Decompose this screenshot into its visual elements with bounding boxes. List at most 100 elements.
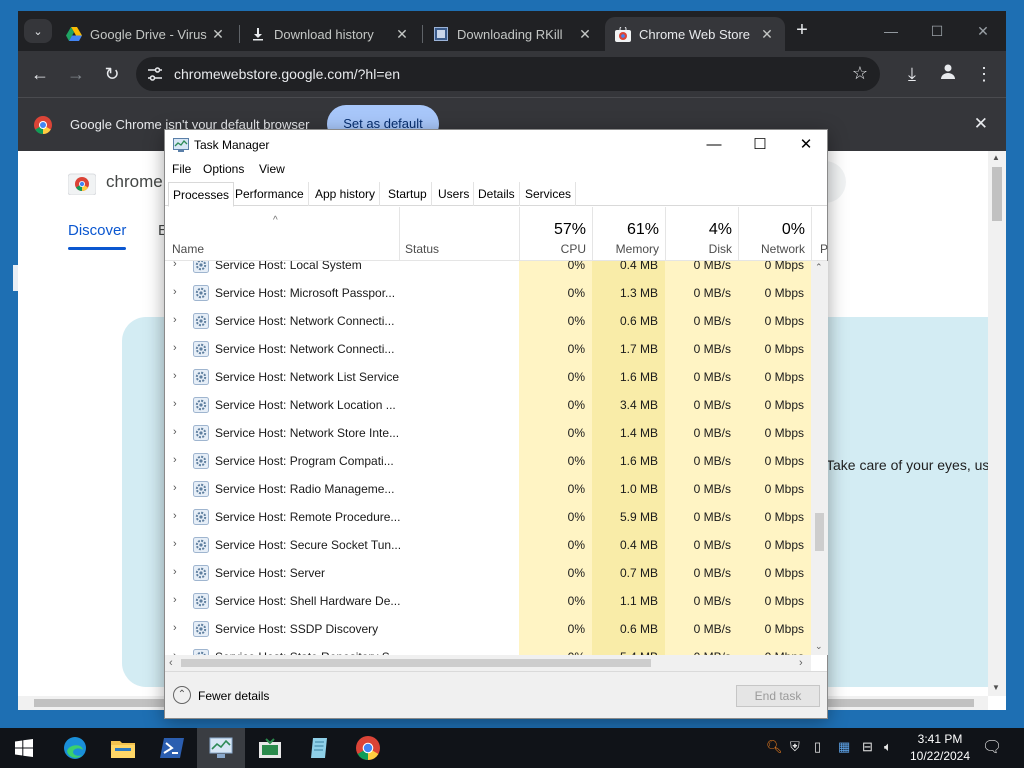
sort-up-icon[interactable]: ^ <box>273 215 278 226</box>
cpu-total[interactable]: 57% <box>521 221 586 239</box>
notification-icon[interactable]: 🗨︎ <box>982 737 1002 757</box>
column-divider[interactable] <box>811 207 812 261</box>
system-clock[interactable]: 3:41 PM 10/22/2024 <box>906 731 974 765</box>
process-row[interactable]: › Service Host: Server 0% 0.7 MB 0 MB/s 0 Mbp… <box>165 559 811 587</box>
expand-chevron-icon[interactable]: › <box>173 261 177 270</box>
col-status[interactable]: Status <box>405 242 439 256</box>
column-divider[interactable] <box>399 207 400 261</box>
process-horizontal-scrollbar[interactable]: ‹ › <box>165 655 811 671</box>
tab-close-icon[interactable]: ✕ <box>394 26 410 43</box>
address-bar[interactable]: chromewebstore.google.com/?hl=en ☆ <box>136 57 880 91</box>
tab-search-button[interactable]: ⌄ <box>24 19 52 43</box>
expand-chevron-icon[interactable]: › <box>173 370 177 382</box>
minimize-icon[interactable]: — <box>868 17 914 45</box>
process-row[interactable]: › Service Host: Network Store Inte... 0% 1.… <box>165 419 811 447</box>
task-manager-titlebar[interactable]: Task Manager — ☐ ✕ <box>165 130 827 160</box>
forward-icon[interactable]: → <box>64 62 88 86</box>
close-window-icon[interactable]: ✕ <box>960 17 1006 45</box>
process-row[interactable]: › Service Host: Secure Socket Tun... 0% 0.4… <box>165 531 811 559</box>
usb-device-icon[interactable]: ▯ <box>814 739 821 755</box>
scroll-right-icon[interactable]: › <box>799 657 803 669</box>
column-divider[interactable] <box>592 207 593 261</box>
start-icon[interactable] <box>0 728 48 768</box>
process-row[interactable]: › Service Host: Network Connecti... 0% 1.7 … <box>165 335 811 363</box>
col-cpu[interactable]: CPU <box>521 242 586 256</box>
tab-downloading-rkill[interactable]: Downloading RKill ✕ <box>423 17 603 51</box>
new-tab-button[interactable]: + <box>790 19 814 43</box>
chrome-icon[interactable] <box>344 728 392 768</box>
expand-chevron-icon[interactable]: › <box>173 566 177 578</box>
scroll-up-icon[interactable]: ▲ <box>992 153 1000 162</box>
process-row[interactable]: › Service Host: Network List Service 0% 1.6… <box>165 363 811 391</box>
process-row[interactable]: › Service Host: Network Connecti... 0% 0.6 … <box>165 307 811 335</box>
scroll-down-icon[interactable]: ▼ <box>992 683 1000 692</box>
column-divider[interactable] <box>519 207 520 261</box>
scroll-thumb[interactable] <box>181 659 651 667</box>
memory-total[interactable]: 61% <box>594 221 659 239</box>
scroll-down-icon[interactable]: ⌄ <box>815 641 823 652</box>
tab-services[interactable]: Services <box>521 182 577 206</box>
column-divider[interactable] <box>738 207 739 261</box>
app-icon[interactable] <box>246 728 294 768</box>
process-row[interactable]: ›Service Host: State Repository S...0%5.… <box>165 643 811 655</box>
file-explorer-icon[interactable] <box>99 728 147 768</box>
fewer-details-link[interactable]: Fewer details <box>198 689 269 703</box>
scroll-thumb[interactable] <box>815 513 824 551</box>
tab-startup[interactable]: Startup <box>384 182 432 206</box>
tab-chrome-web-store[interactable]: Chrome Web Store ✕ <box>605 17 785 51</box>
expand-chevron-icon[interactable]: › <box>173 286 177 298</box>
maximize-icon[interactable]: ☐ <box>737 130 783 160</box>
profile-icon[interactable] <box>936 62 960 86</box>
search-tool-icon[interactable]: 🔍︎ <box>766 739 783 755</box>
col-network[interactable]: Network <box>740 242 805 256</box>
process-row[interactable]: › Service Host: Network Location ... 0% 3.4… <box>165 391 811 419</box>
expand-chevron-icon[interactable]: › <box>173 482 177 494</box>
end-task-button[interactable]: End task <box>736 685 820 707</box>
scroll-up-icon[interactable]: ⌃ <box>815 262 823 273</box>
tab-processes[interactable]: Processes <box>168 182 235 207</box>
tab-close-icon[interactable]: ✕ <box>577 26 593 43</box>
tab-close-icon[interactable]: ✕ <box>210 26 226 43</box>
expand-chevron-icon[interactable]: › <box>173 426 177 438</box>
downloads-icon[interactable]: ⤓ <box>900 62 924 86</box>
edge-icon[interactable] <box>51 728 99 768</box>
expand-chevron-icon[interactable]: › <box>173 622 177 634</box>
menu-options[interactable]: Options <box>203 162 244 176</box>
infobar-close-icon[interactable]: ✕ <box>974 114 988 134</box>
menu-kebab-icon[interactable]: ⋮ <box>972 62 996 86</box>
process-row[interactable]: › Service Host: Program Compati... 0% 1.6 M… <box>165 447 811 475</box>
tab-users[interactable]: Users <box>434 182 475 206</box>
notepad-icon[interactable] <box>295 728 343 768</box>
col-name[interactable]: Name <box>172 242 204 256</box>
col-power-partial[interactable]: P <box>820 242 828 256</box>
tab-app-history[interactable]: App history <box>311 182 381 206</box>
disk-total[interactable]: 4% <box>667 221 732 239</box>
maximize-icon[interactable]: ☐ <box>914 17 960 45</box>
process-row[interactable]: › Service Host: Shell Hardware De... 0% 1.1… <box>165 587 811 615</box>
page-vertical-scrollbar[interactable]: ▲ ▼ <box>988 151 1006 696</box>
expand-chevron-icon[interactable]: › <box>173 398 177 410</box>
expand-chevron-icon[interactable]: › <box>173 538 177 550</box>
expand-chevron-icon[interactable]: › <box>173 510 177 522</box>
reload-icon[interactable]: ↻ <box>100 62 124 86</box>
menu-file[interactable]: File <box>172 162 191 176</box>
tab-performance[interactable]: Performance <box>231 182 309 206</box>
task-manager-icon[interactable] <box>197 728 245 768</box>
tab-download-history[interactable]: Download history ✕ <box>240 17 420 51</box>
scroll-left-icon[interactable]: ‹ <box>169 657 173 669</box>
network-icon[interactable]: ⊟ <box>862 739 873 755</box>
menu-view[interactable]: View <box>259 162 285 176</box>
expand-chevron-icon[interactable]: › <box>173 454 177 466</box>
volume-muted-icon[interactable]: 🔈︎ <box>884 739 892 755</box>
url-text[interactable]: chromewebstore.google.com/?hl=en <box>174 66 400 82</box>
tab-details[interactable]: Details <box>474 182 520 206</box>
tab-close-icon[interactable]: ✕ <box>759 26 775 43</box>
column-divider[interactable] <box>665 207 666 261</box>
tab-google-drive[interactable]: Google Drive - Virus ✕ <box>56 17 236 51</box>
network-total[interactable]: 0% <box>740 221 805 239</box>
back-icon[interactable]: ← <box>28 62 52 86</box>
col-disk[interactable]: Disk <box>667 242 732 256</box>
expand-chevron-icon[interactable]: › <box>173 314 177 326</box>
expand-chevron-icon[interactable]: › <box>173 342 177 354</box>
process-row[interactable]: › Service Host: Radio Manageme... 0% 1.0 MB… <box>165 475 811 503</box>
